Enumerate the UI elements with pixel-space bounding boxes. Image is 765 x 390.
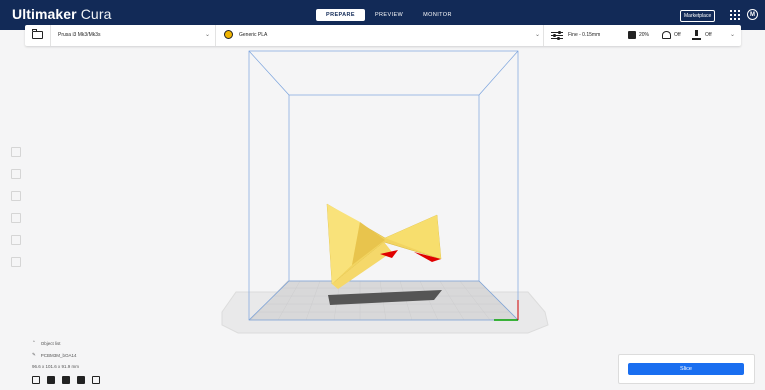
viewport-3d[interactable] (0, 0, 765, 390)
mirror-tool-icon[interactable] (11, 213, 21, 223)
per-model-settings-icon[interactable] (11, 235, 21, 245)
left-toolbar (11, 147, 25, 279)
3d-model[interactable] (326, 203, 442, 289)
object-list-toggle[interactable]: ⌃ Object list (32, 340, 79, 346)
view-orientation-buttons (32, 376, 100, 384)
object-dimensions: 96.6 x 101.6 x 91.9 mm (32, 364, 80, 369)
top-view-icon[interactable] (62, 376, 70, 384)
chevron-up-icon: ⌃ (32, 340, 36, 345)
object-name: PCBM3M_bOA14 (40, 352, 77, 358)
front-view-icon[interactable] (47, 376, 55, 384)
3d-view-icon[interactable] (32, 376, 40, 384)
scale-tool-icon[interactable] (11, 169, 21, 179)
rotate-tool-icon[interactable] (11, 191, 21, 201)
pencil-icon[interactable]: ✎ (32, 352, 36, 358)
support-blocker-icon[interactable] (11, 257, 21, 267)
build-volume (248, 50, 519, 321)
right-view-icon[interactable] (92, 376, 100, 384)
left-view-icon[interactable] (77, 376, 85, 384)
slice-panel: Slice (618, 354, 755, 384)
object-list-label: Object list (40, 340, 61, 346)
move-tool-icon[interactable] (11, 147, 21, 157)
object-info: ⌃ Object list ✎ PCBM3M_bOA14 96.6 x 101.… (32, 340, 79, 375)
slice-button[interactable]: Slice (628, 363, 744, 375)
